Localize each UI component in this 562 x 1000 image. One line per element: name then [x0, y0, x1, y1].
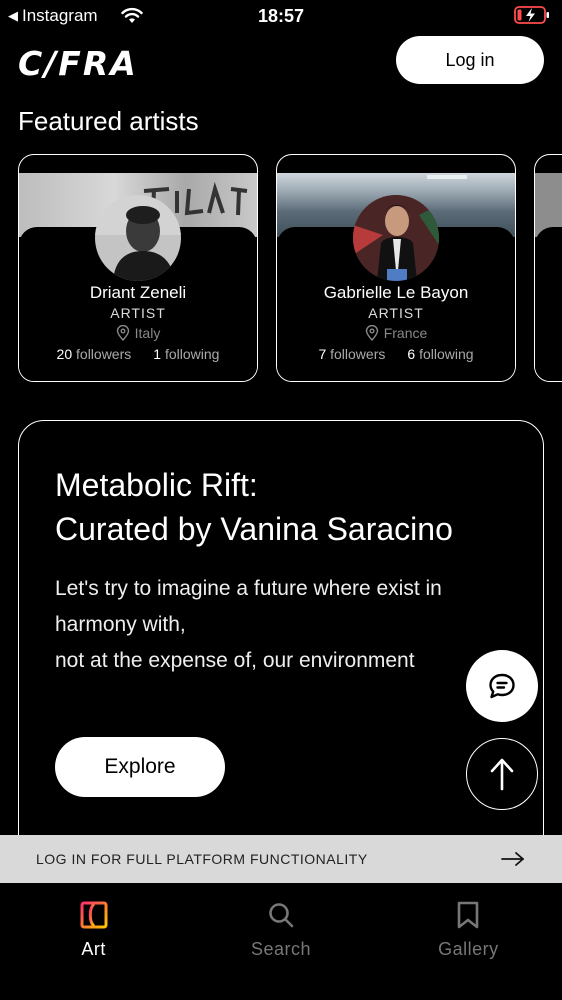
artist-avatar [95, 195, 181, 281]
artist-stats: 20 followers 1 following [19, 346, 257, 362]
nav-gallery-label: Gallery [438, 939, 499, 959]
login-prompt-text: LOG IN FOR FULL PLATFORM FUNCTIONALITY [36, 851, 368, 867]
login-button[interactable]: Log in [396, 36, 544, 84]
followers-count[interactable]: 7 followers [318, 346, 385, 362]
arrow-up-icon [490, 758, 514, 791]
clock: 18:57 [257, 6, 305, 26]
following-count[interactable]: 6 following [407, 346, 473, 362]
exhibition-description: Let's try to imagine a future where exis… [55, 577, 442, 672]
nav-search[interactable]: Search [187, 883, 374, 1000]
nav-art[interactable]: Art [0, 883, 187, 1000]
artist-role: ARTIST [110, 305, 166, 321]
scroll-to-top-button[interactable] [466, 738, 538, 810]
artist-card-partial[interactable] [534, 154, 562, 382]
arrow-right-icon [501, 852, 524, 866]
following-count[interactable]: 1 following [153, 346, 219, 362]
artist-name: Gabrielle Le Bayon [323, 283, 469, 302]
artist-card[interactable]: Gabrielle Le Bayon ARTIST France 7 follo… [276, 154, 516, 382]
artist-role: ARTIST [368, 305, 424, 321]
location-pin-icon [116, 325, 129, 341]
battery-charging-icon [514, 6, 549, 24]
chat-button[interactable] [466, 650, 538, 722]
status-bar: ◀ Instagram 18:57 [0, 0, 562, 32]
chat-bubble-icon [489, 673, 515, 699]
bottom-navigation: Art Search Gallery [0, 883, 562, 1000]
nav-search-label: Search [250, 939, 312, 959]
featured-artists-heading: Featured artists [18, 106, 199, 136]
artist-location: France [277, 325, 515, 341]
artist-card[interactable]: Driant Zeneli ARTIST Italy 20 followers … [18, 154, 258, 382]
artist-name: Driant Zeneli [89, 283, 187, 302]
exhibition-title: Metabolic Rift: Curated by Vanina Saraci… [55, 467, 453, 547]
followers-count[interactable]: 20 followers [57, 346, 132, 362]
artist-avatar [353, 195, 439, 281]
art-icon [78, 899, 110, 931]
explore-button[interactable]: Explore [55, 737, 225, 797]
bookmark-icon [452, 899, 484, 931]
artist-stats: 7 followers 6 following [277, 346, 515, 362]
artist-location: Italy [19, 325, 257, 341]
search-icon [265, 899, 297, 931]
artist-carousel[interactable]: Driant Zeneli ARTIST Italy 20 followers … [18, 154, 562, 382]
login-prompt-banner[interactable]: LOG IN FOR FULL PLATFORM FUNCTIONALITY [0, 835, 562, 883]
location-pin-icon [365, 325, 378, 341]
nav-gallery[interactable]: Gallery [375, 883, 562, 1000]
nav-art-label: Art [81, 939, 106, 959]
exhibition-feature-card: Metabolic Rift: Curated by Vanina Saraci… [18, 420, 544, 900]
cifra-logo[interactable]: C/FRA [18, 44, 138, 83]
